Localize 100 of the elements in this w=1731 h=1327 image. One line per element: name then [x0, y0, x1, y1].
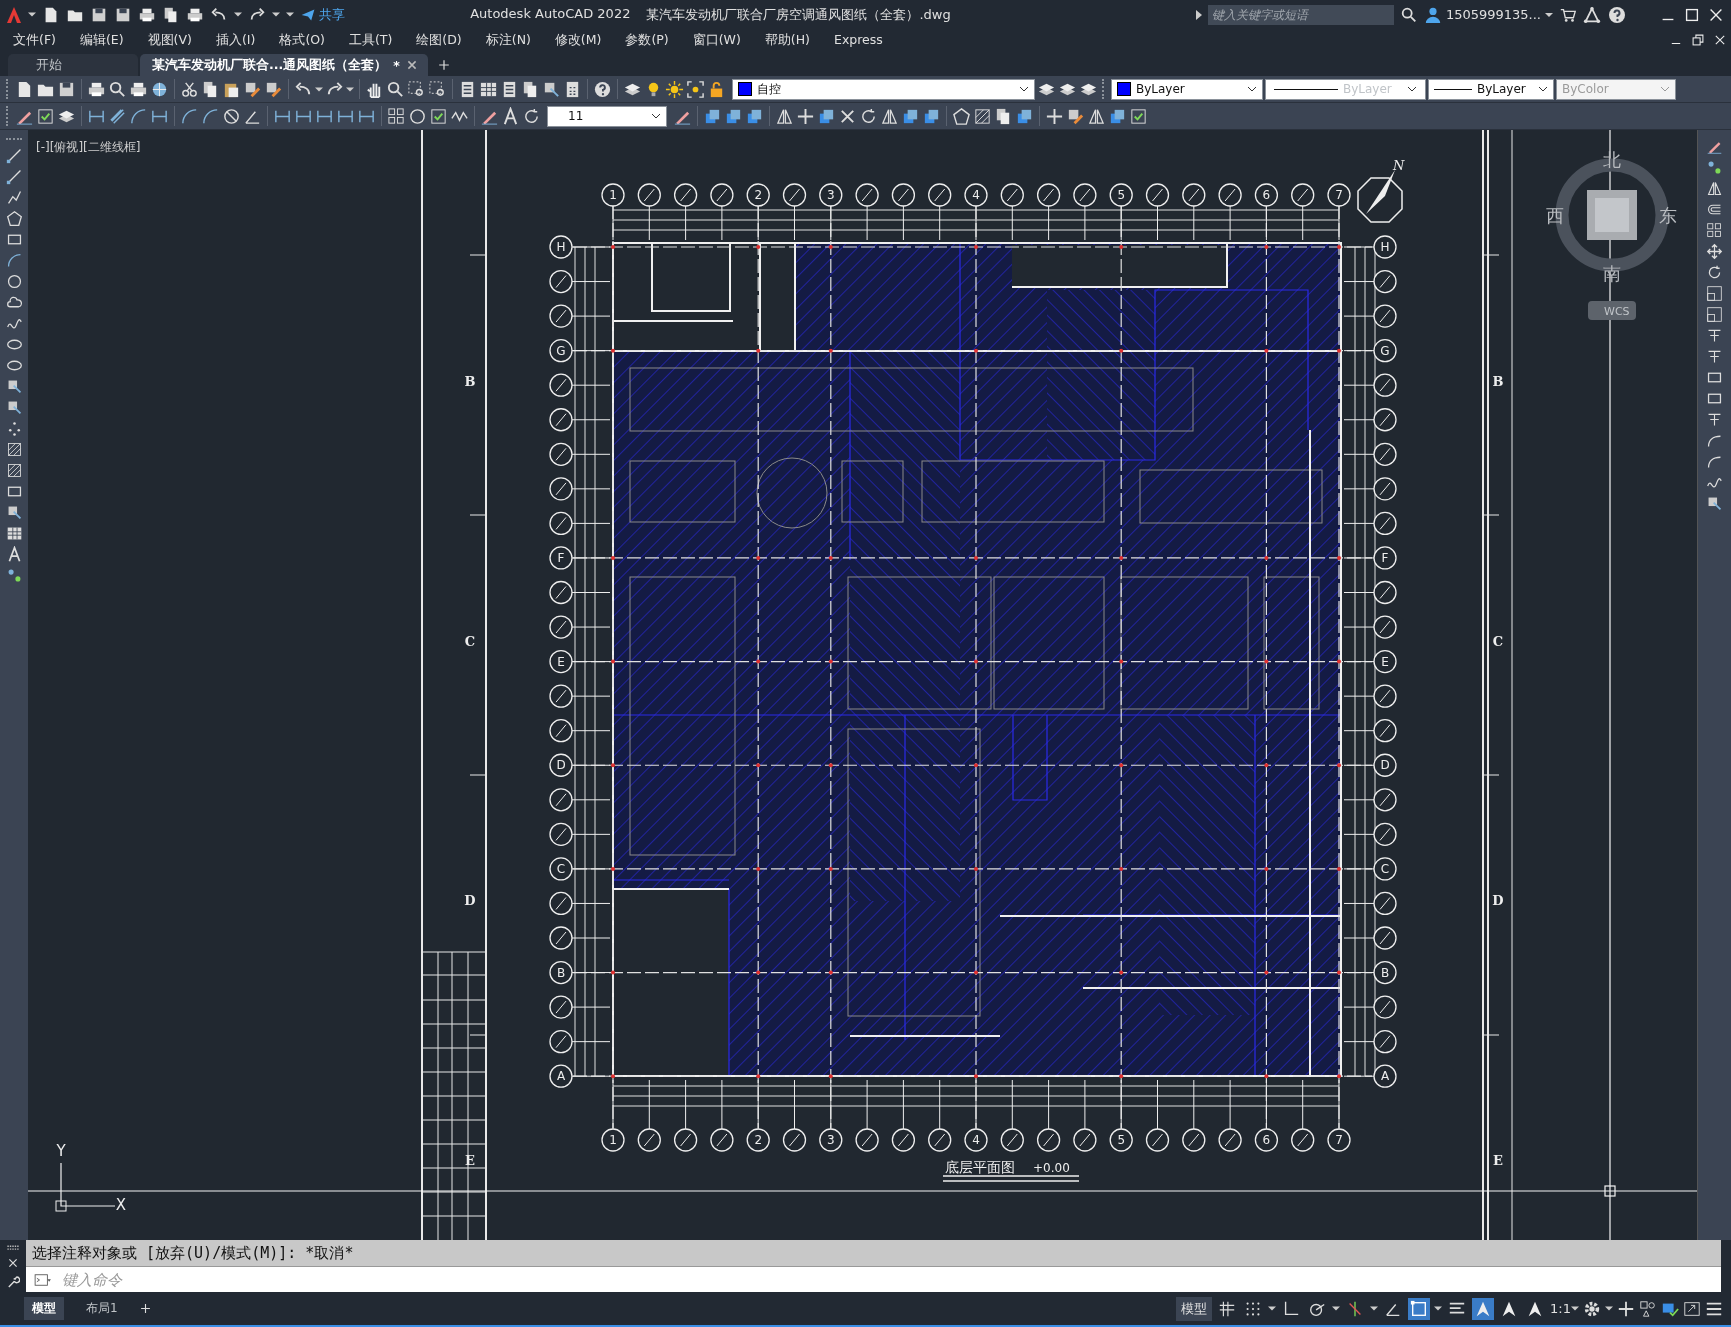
shapes-icon[interactable] — [1639, 1299, 1657, 1318]
plus-icon[interactable] — [1045, 106, 1064, 126]
compass-label[interactable]: 西 — [1546, 205, 1564, 226]
search-field[interactable]: 键入关键字或短语 — [1207, 4, 1394, 25]
line-icon[interactable] — [5, 168, 23, 185]
help-icon[interactable] — [593, 79, 612, 99]
arc-icon[interactable] — [180, 106, 199, 126]
arc-icon[interactable] — [5, 252, 23, 269]
caret-icon[interactable] — [1268, 1306, 1277, 1311]
compass-label[interactable]: 北 — [1603, 149, 1621, 170]
array-icon[interactable] — [1706, 222, 1723, 239]
zoom-icon[interactable] — [386, 79, 405, 99]
command-input[interactable]: 键入命令 — [60, 1269, 1721, 1290]
layout-tab[interactable]: 模型 — [24, 1297, 64, 1320]
plus-icon[interactable] — [796, 106, 815, 126]
compass-label[interactable]: 东 — [1659, 205, 1677, 226]
hatch-icon[interactable] — [973, 106, 992, 126]
help-icon[interactable] — [1607, 4, 1627, 25]
menu-item[interactable]: 帮助(H) — [763, 31, 811, 49]
hatch-icon[interactable] — [5, 462, 23, 479]
zoom-window-icon[interactable] — [428, 79, 447, 99]
caret-icon[interactable] — [28, 12, 36, 17]
grip-icon[interactable] — [6, 1243, 20, 1251]
ucs-menu-button[interactable] — [1588, 301, 1636, 320]
zoom-window-icon[interactable] — [407, 79, 426, 99]
lineweight-dropdown[interactable]: ByLayer — [1428, 78, 1554, 100]
add-layout-icon[interactable] — [139, 1303, 151, 1314]
menu-item[interactable]: 格式(O) — [278, 31, 326, 49]
zoom-icon[interactable] — [108, 79, 127, 99]
scale-icon[interactable] — [1706, 285, 1723, 302]
frame-icon[interactable] — [686, 79, 705, 99]
settings-icon[interactable] — [1583, 1299, 1601, 1318]
dimension-style-dropdown[interactable]: 11 — [547, 105, 667, 127]
scale-icon[interactable] — [1706, 306, 1723, 323]
file-tab[interactable]: 某汽车发动机厂联合...通风图纸（全套） * — [140, 54, 428, 76]
viewport-label[interactable]: [-][俯视][二维线框] — [36, 139, 141, 156]
menu-item[interactable]: 文件(F) — [12, 31, 57, 49]
network-icon[interactable] — [1583, 5, 1601, 24]
table-icon[interactable] — [5, 525, 23, 542]
menu-item[interactable]: 窗口(W) — [691, 31, 742, 49]
caret-icon[interactable] — [1332, 1306, 1341, 1311]
circle-icon[interactable] — [408, 106, 427, 126]
selection-toggle[interactable] — [1408, 1297, 1431, 1320]
fullscreen-icon[interactable] — [1683, 1299, 1701, 1318]
menu-item[interactable]: 工具(T) — [347, 31, 394, 49]
crossed-circle-icon[interactable] — [222, 106, 241, 126]
menu-item[interactable]: 修改(M) — [553, 31, 603, 49]
terminal-icon[interactable] — [32, 1272, 54, 1287]
move-icon[interactable] — [1706, 243, 1723, 260]
caret-icon[interactable] — [1605, 1306, 1613, 1311]
annotation-toggle[interactable] — [1472, 1297, 1495, 1320]
caret-icon[interactable] — [234, 12, 242, 17]
caret-icon[interactable] — [346, 86, 354, 92]
rotate-icon[interactable] — [522, 106, 541, 126]
block-icon[interactable] — [1706, 495, 1723, 512]
search-icon[interactable] — [1399, 5, 1418, 24]
annotation-scale-button[interactable]: 1:1 — [1550, 1301, 1579, 1316]
menu-item[interactable]: 标注(N) — [484, 31, 532, 49]
ucs-label[interactable]: WCS — [1604, 305, 1630, 318]
arc-icon[interactable] — [201, 106, 220, 126]
checked-box-icon[interactable] — [36, 106, 55, 126]
sun-icon[interactable] — [665, 79, 684, 99]
share-button[interactable]: 共享 — [300, 5, 345, 24]
hatch-icon[interactable] — [5, 441, 23, 458]
line-icon[interactable] — [5, 147, 23, 164]
mirror-icon[interactable] — [1706, 180, 1723, 197]
close-icon[interactable] — [7, 1257, 19, 1269]
command-bar[interactable]: 键入命令 — [26, 1267, 1721, 1292]
color-dropdown[interactable]: ByLayer — [1111, 78, 1263, 100]
layout-tab[interactable]: 布局1 — [78, 1297, 126, 1320]
model-space-button[interactable]: 模型 — [1176, 1296, 1213, 1321]
checked-box-icon[interactable] — [1129, 106, 1148, 126]
caret-icon[interactable] — [1195, 9, 1202, 20]
nodes-icon[interactable] — [1706, 159, 1723, 176]
menu-item[interactable]: 视图(V) — [146, 31, 193, 49]
new-tab-icon[interactable] — [437, 59, 450, 71]
user-account-button[interactable]: 1505999135... — [1423, 5, 1553, 24]
wrench-icon[interactable] — [6, 1275, 20, 1289]
caret-icon[interactable] — [1434, 1306, 1443, 1311]
layer-dropdown[interactable]: 自控 — [732, 78, 1035, 100]
rotate-icon[interactable] — [859, 106, 878, 126]
app-logo[interactable] — [6, 5, 22, 24]
close-icon[interactable] — [1713, 33, 1727, 47]
text-tool-icon[interactable] — [501, 106, 520, 126]
menu-item[interactable]: 绘图(D) — [415, 31, 463, 49]
rotate-icon[interactable] — [1706, 264, 1723, 281]
menu-item[interactable]: 编辑(E) — [78, 31, 125, 49]
restore-icon[interactable] — [1691, 33, 1705, 47]
plus-icon[interactable] — [1617, 1299, 1635, 1318]
compass-label[interactable]: 南 — [1603, 263, 1621, 284]
menu-item[interactable]: 参数(P) — [624, 31, 670, 49]
file-tab[interactable]: 开始 — [8, 54, 138, 76]
caret-icon[interactable] — [1370, 1306, 1379, 1311]
arc-icon[interactable] — [129, 106, 148, 126]
polygon-icon[interactable] — [5, 210, 23, 227]
polygon-icon[interactable] — [952, 106, 971, 126]
menu-item[interactable]: 插入(I) — [214, 31, 257, 49]
polyline-icon[interactable] — [5, 189, 23, 206]
circle-icon[interactable] — [5, 273, 23, 290]
caret-icon[interactable] — [315, 86, 323, 92]
